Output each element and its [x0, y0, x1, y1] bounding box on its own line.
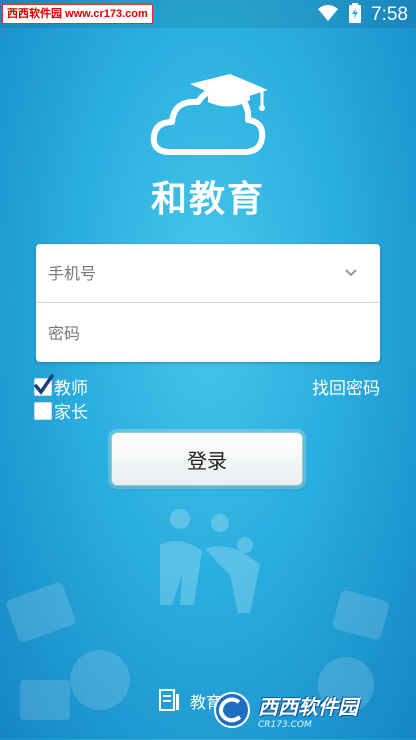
password-field[interactable] — [36, 304, 380, 362]
status-clock: 7:58 — [371, 4, 408, 25]
bottom-watermark: 西西软件园 CR173.COM — [212, 690, 404, 730]
forgot-password-link[interactable]: 找回密码 — [312, 374, 380, 399]
book-icon — [159, 689, 179, 711]
watermark-logo-icon — [214, 692, 250, 728]
background-decoration — [6, 582, 130, 720]
login-button[interactable]: 登录 — [111, 432, 303, 486]
watermark-brand-en: CR173.COM — [258, 719, 312, 730]
phone-field[interactable] — [36, 244, 380, 303]
phone-input[interactable] — [46, 262, 340, 284]
chevron-down-icon[interactable] — [344, 266, 358, 280]
status-icons: 7:58 — [317, 3, 408, 27]
watermark-brand: 西西软件园 — [258, 694, 358, 719]
password-input[interactable] — [46, 322, 340, 344]
app-title: 和教育 — [150, 179, 265, 220]
checkmark-icon — [34, 373, 54, 395]
teacher-checkbox[interactable] — [34, 373, 54, 396]
people-illustration-icon — [160, 509, 260, 613]
parent-checkbox[interactable] — [34, 401, 52, 420]
status-bar: 西西软件园 www.cr173.com 7:58 — [0, 0, 416, 28]
login-card — [36, 244, 380, 362]
cloud-graduation-cap-logo-icon — [150, 74, 268, 155]
battery-icon — [349, 3, 362, 27]
teacher-label: 教师 — [54, 379, 88, 399]
wifi-icon — [317, 4, 339, 26]
role-parent-option[interactable]: 家长 — [34, 398, 88, 423]
role-teacher-option[interactable]: 教师 — [34, 373, 88, 399]
watermark-text: 西西软件园 www.cr173.com — [2, 4, 153, 24]
parent-label: 家长 — [54, 403, 88, 423]
